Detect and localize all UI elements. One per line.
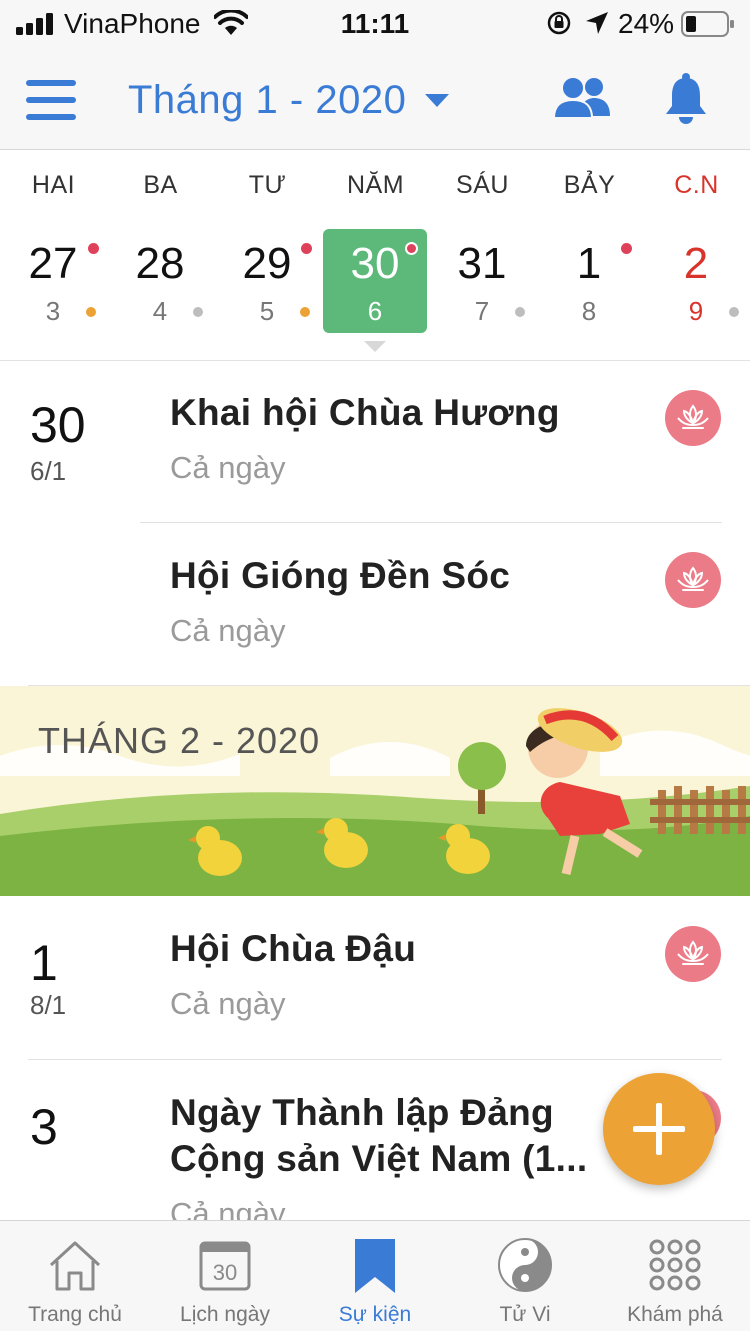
- day-number: 28: [135, 239, 185, 288]
- weekday-label: SÁU: [456, 171, 509, 199]
- bell-icon[interactable]: [664, 72, 708, 124]
- event-lunar-date: 6/1: [30, 456, 67, 486]
- bookmark-icon: [355, 1239, 395, 1293]
- event-title: Khai hội Chùa Hương: [170, 392, 560, 433]
- tab-label: Sự kiện: [338, 1303, 412, 1326]
- plus-icon: [633, 1103, 685, 1155]
- bottom-tab-bar: Trang chủ 30 Lịch ngày Sự kiện Tử Vi Khá…: [0, 1220, 750, 1331]
- tab-label: Trang chủ: [28, 1303, 122, 1326]
- day-column[interactable]: NĂM 30 6: [322, 151, 429, 361]
- event-subtitle: Cả ngày: [170, 450, 286, 485]
- lunar-dot: [729, 307, 739, 317]
- battery-icon: [681, 11, 734, 37]
- calendar-day-icon-text: 30: [213, 1260, 237, 1285]
- event-date: 1: [30, 935, 58, 991]
- month-banner-label: THÁNG 2 - 2020: [38, 720, 321, 761]
- event-title-line-1: Ngày Thành lập Đảng: [170, 1092, 554, 1133]
- location-arrow-icon: [586, 12, 608, 34]
- tab-home[interactable]: Trang chủ: [0, 1221, 150, 1331]
- day-cell[interactable]: 29 5: [215, 229, 319, 333]
- day-number: 2: [683, 239, 709, 288]
- event-dot: [621, 243, 632, 254]
- event-title: Hội Gióng Đền Sóc: [170, 555, 511, 596]
- lunar-dot: [515, 307, 525, 317]
- lunar-dot: [300, 307, 310, 317]
- lotus-icon: [677, 404, 709, 429]
- weekday-label: NĂM: [346, 171, 405, 199]
- event-subtitle: Cả ngày: [170, 1196, 286, 1220]
- event-title: Hội Chùa Đậu: [170, 928, 417, 969]
- banner-illustration: [0, 686, 750, 896]
- weekday-label: TƯ: [248, 171, 287, 199]
- divider: [140, 522, 722, 523]
- event-lunar-date: 8/1: [30, 990, 67, 1020]
- lotus-category-button[interactable]: [665, 552, 721, 608]
- lunar-day: 8: [581, 296, 597, 326]
- event-date: 30: [30, 397, 86, 453]
- lotus-icon: [677, 940, 709, 965]
- lunar-dot: [193, 307, 203, 317]
- weekday-label-sunday: C.N: [674, 171, 719, 199]
- day-column[interactable]: HAI 27 3: [0, 151, 107, 361]
- tab-horoscope[interactable]: Tử Vi: [450, 1221, 600, 1331]
- selected-day-cell[interactable]: 30 6: [323, 229, 427, 333]
- chevron-down-icon: [425, 94, 450, 107]
- day-cell[interactable]: 31 7: [430, 229, 534, 333]
- event-date: 3: [30, 1099, 58, 1155]
- grid-icon: [649, 1239, 701, 1291]
- battery-percent: 24%: [618, 8, 675, 39]
- event-subtitle: Cả ngày: [170, 986, 286, 1021]
- selected-day-pointer: [364, 341, 386, 352]
- weekday-label: BA: [143, 171, 178, 199]
- add-event-button[interactable]: [603, 1073, 715, 1185]
- app-header: Tháng 1 - 2020: [0, 50, 750, 150]
- status-bar: VinaPhone 11:11 24%: [0, 0, 750, 50]
- day-cell[interactable]: 2 9: [644, 229, 748, 333]
- people-icon[interactable]: [552, 76, 612, 120]
- day-cell[interactable]: 28 4: [108, 229, 212, 333]
- event-dot: [301, 243, 312, 254]
- day-column[interactable]: TƯ 29 5: [214, 151, 321, 361]
- lotus-category-button[interactable]: [665, 390, 721, 446]
- month-banner: THÁNG 2 - 2020: [0, 686, 750, 896]
- event-title-line-2: Cộng sản Việt Nam (1...: [170, 1138, 588, 1179]
- day-cell[interactable]: 27 3: [1, 229, 105, 333]
- day-cell[interactable]: 1 8: [537, 229, 641, 333]
- calendar-day-icon: 30: [199, 1241, 251, 1291]
- home-icon: [49, 1241, 101, 1291]
- day-column[interactable]: SÁU 31 7: [429, 151, 536, 361]
- weekday-label: HAI: [31, 171, 76, 199]
- month-title: Tháng 1 - 2020: [128, 77, 407, 122]
- event-group: 30 6/1 Khai hội Chùa Hương Cả ngày Hội G…: [0, 362, 750, 686]
- lunar-day: 6: [367, 296, 383, 326]
- app-root: VinaPhone 11:11 24% Tháng 1 - 2020 HAI 2…: [0, 0, 750, 1331]
- day-number: 31: [457, 239, 507, 288]
- lotus-icon: [677, 566, 709, 591]
- day-column[interactable]: C.N 2 9: [643, 151, 750, 361]
- rotation-lock-icon: [547, 11, 571, 35]
- lunar-dot: [86, 307, 96, 317]
- week-strip: HAI 27 3 BA 28 4 TƯ 29 5 NĂM 30 6 SÁU 31…: [0, 151, 750, 361]
- tab-label: Khám phá: [627, 1303, 723, 1326]
- day-column[interactable]: BA 28 4: [107, 151, 214, 361]
- yin-yang-icon: [498, 1238, 552, 1292]
- event-dot: [88, 243, 99, 254]
- menu-icon[interactable]: [26, 78, 78, 122]
- tab-label: Tử Vi: [499, 1303, 551, 1326]
- lotus-category-button[interactable]: [665, 926, 721, 982]
- month-selector[interactable]: Tháng 1 - 2020: [128, 74, 450, 126]
- day-column[interactable]: BẢY 1 8: [536, 151, 643, 361]
- tab-events[interactable]: Sự kiện: [300, 1221, 450, 1331]
- weekday-label: BẢY: [563, 171, 616, 199]
- event-group: 1 8/1 Hội Chùa Đậu Cả ngày: [0, 896, 750, 1060]
- tab-label: Lịch ngày: [180, 1303, 270, 1326]
- tab-daily-calendar[interactable]: 30 Lịch ngày: [150, 1221, 300, 1331]
- event-dot: [405, 242, 418, 255]
- event-subtitle: Cả ngày: [170, 613, 286, 648]
- tab-explore[interactable]: Khám phá: [600, 1221, 750, 1331]
